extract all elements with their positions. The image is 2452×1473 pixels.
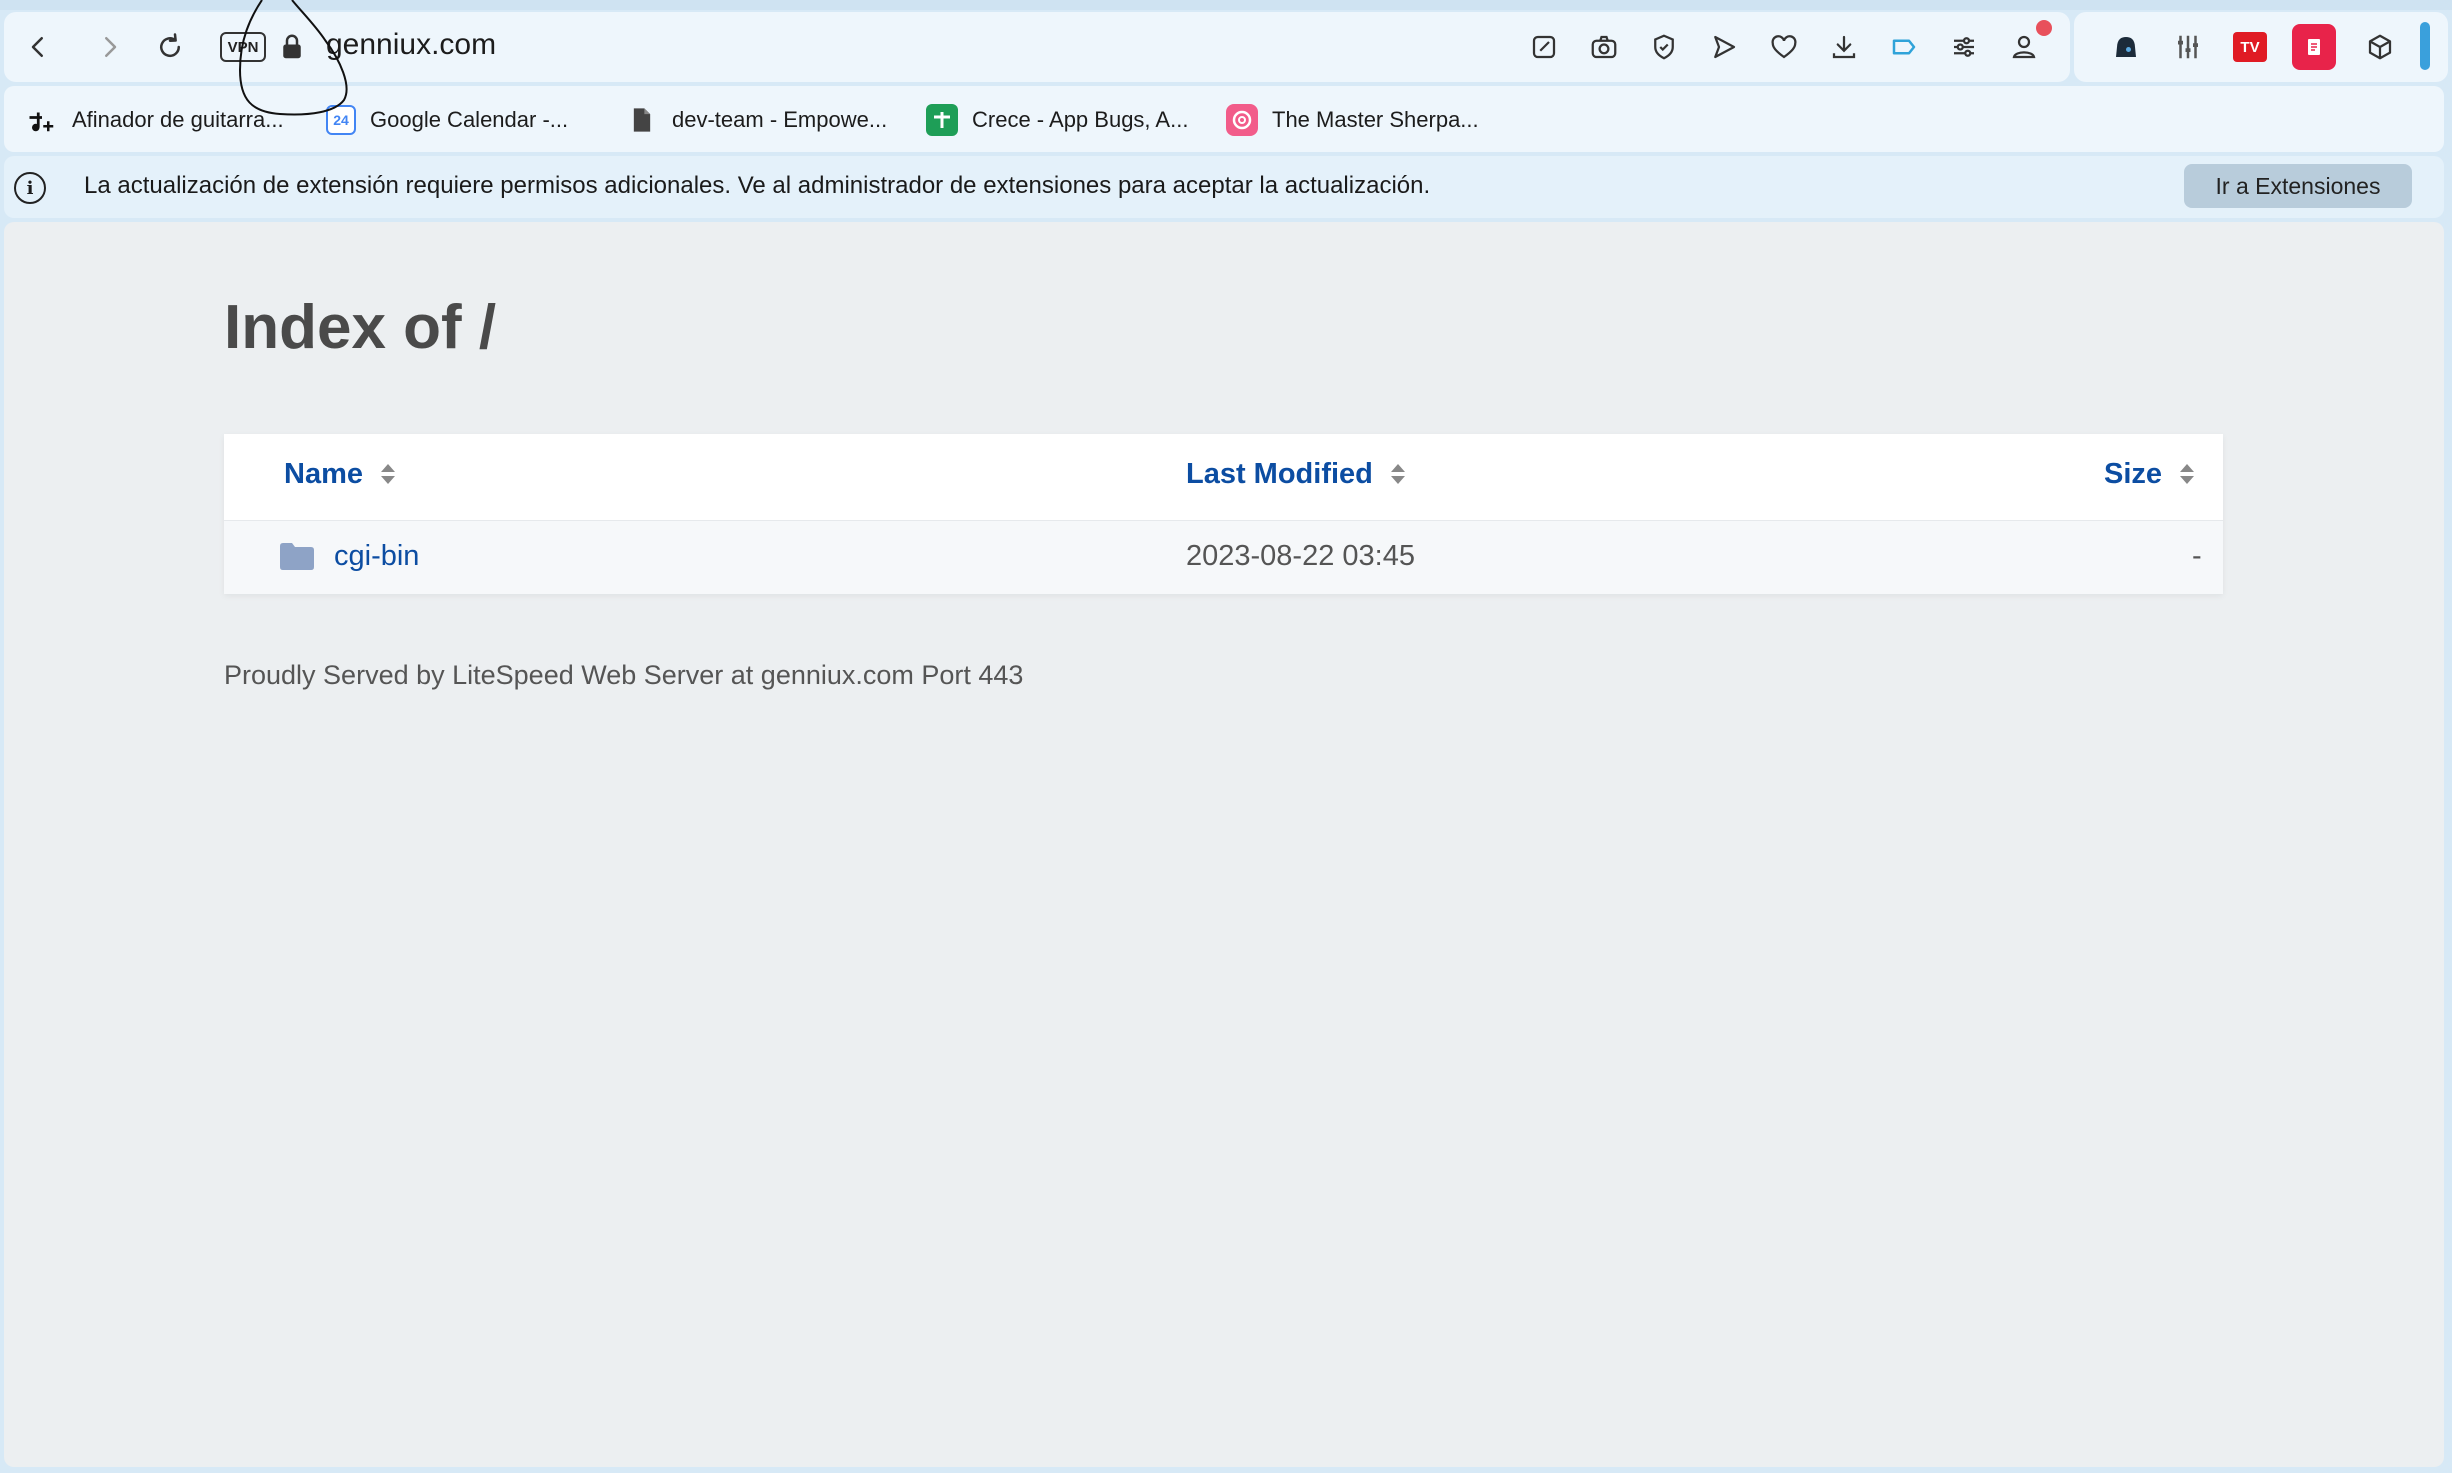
- extension-bag-icon[interactable]: [2104, 25, 2148, 69]
- sidebar-toggle[interactable]: [2420, 22, 2430, 70]
- download-icon[interactable]: [1822, 25, 1866, 69]
- last-modified-cell: 2023-08-22 03:45: [1186, 540, 1415, 572]
- settings-sliders-icon[interactable]: [1942, 25, 1986, 69]
- bookmark-label: dev-team - Empowe...: [672, 107, 888, 132]
- music-icon: [26, 104, 58, 136]
- infobar-message: La actualización de extensión requiere p…: [84, 172, 1431, 199]
- bookmark-item[interactable]: 24 Google Calendar -...: [326, 102, 568, 138]
- tv-label: TV: [2233, 32, 2267, 62]
- cube-icon[interactable]: [2358, 25, 2402, 69]
- edit-page-icon[interactable]: [1522, 25, 1566, 69]
- calendar-icon: 24: [326, 105, 356, 135]
- bookmark-item[interactable]: dev-team - Empowe...: [626, 102, 887, 138]
- back-icon[interactable]: [16, 25, 60, 69]
- camera-icon[interactable]: [1582, 25, 1626, 69]
- tv-extension-icon[interactable]: TV: [2228, 25, 2272, 69]
- file-link-cgi-bin[interactable]: cgi-bin: [334, 540, 419, 573]
- bookmark-item[interactable]: The Master Sherpa...: [1226, 102, 1479, 138]
- shield-icon[interactable]: [1642, 25, 1686, 69]
- sort-icon: [2180, 463, 2195, 486]
- lock-icon[interactable]: [270, 25, 314, 69]
- column-header-label: Last Modified: [1186, 458, 1373, 490]
- bookmark-label: Afinador de guitarra...: [72, 107, 284, 132]
- size-cell: -: [2192, 540, 2202, 572]
- bookmark-label: Crece - App Bugs, A...: [972, 107, 1189, 132]
- heart-icon[interactable]: [1762, 25, 1806, 69]
- send-icon[interactable]: [1702, 25, 1746, 69]
- go-to-extensions-button[interactable]: Ir a Extensiones: [2184, 164, 2412, 208]
- column-header-label: Size: [2104, 458, 2163, 490]
- calendar-day: 24: [333, 112, 349, 128]
- notification-dot: [2036, 20, 2052, 36]
- sort-icon: [1390, 463, 1405, 486]
- address-bar[interactable]: genniux.com: [326, 28, 496, 62]
- bookmark-label: Google Calendar -...: [370, 107, 569, 132]
- server-signature: Proudly Served by LiteSpeed Web Server a…: [224, 660, 1024, 690]
- vpn-badge[interactable]: VPN: [220, 32, 266, 62]
- equalizer-icon[interactable]: [2166, 25, 2210, 69]
- forward-icon[interactable]: [88, 25, 132, 69]
- sheets-icon: [926, 104, 958, 136]
- page-content: [4, 222, 2444, 1467]
- bookmark-item[interactable]: Crece - App Bugs, A...: [926, 102, 1188, 138]
- folder-icon: [280, 543, 314, 570]
- column-header-last-modified[interactable]: Last Modified: [1186, 458, 1405, 491]
- bookmark-label: The Master Sherpa...: [1272, 107, 1479, 132]
- tag-icon[interactable]: [1882, 25, 1926, 69]
- window-frame: [0, 0, 2452, 10]
- column-header-label: Name: [284, 458, 363, 490]
- document-icon: [626, 104, 658, 136]
- column-header-name[interactable]: Name: [284, 458, 395, 491]
- page-title: Index of /: [224, 293, 497, 362]
- column-header-size[interactable]: Size: [2104, 458, 2195, 491]
- info-icon: i: [14, 172, 46, 204]
- red-extension-icon[interactable]: [2292, 24, 2336, 70]
- sort-icon: [381, 463, 395, 486]
- reload-icon[interactable]: [148, 25, 192, 69]
- lifebuoy-icon: [1226, 104, 1258, 136]
- bookmark-item[interactable]: Afinador de guitarra...: [26, 102, 284, 138]
